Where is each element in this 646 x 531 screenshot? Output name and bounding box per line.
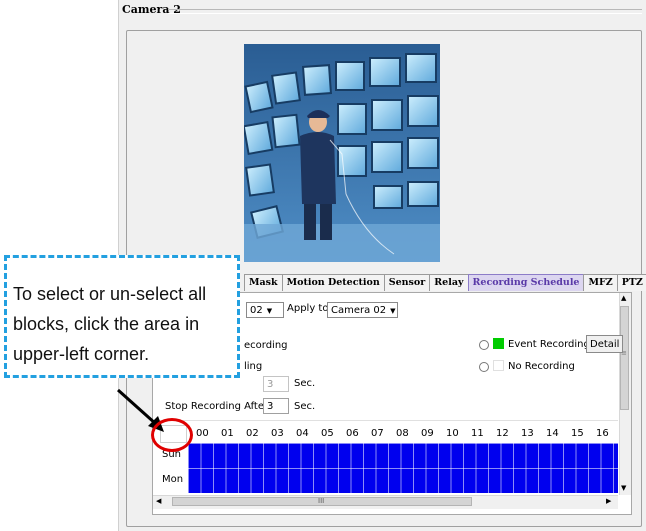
chevron-down-icon: ▼ <box>266 307 273 315</box>
schedule-select[interactable]: 02 ▼ <box>246 302 284 318</box>
scroll-down-icon[interactable]: ▼ <box>621 484 626 492</box>
event-recording-label: Event Recording <box>508 339 590 350</box>
detail-button[interactable]: Detail <box>586 335 624 353</box>
event-recording-radio[interactable] <box>479 340 489 350</box>
tab-motion-detection[interactable]: Motion Detection <box>281 274 385 291</box>
schedule-grid[interactable] <box>188 443 618 493</box>
sec-label-1: Sec. <box>294 378 316 389</box>
apply-to-select[interactable]: Camera 02 ▼ <box>327 302 398 318</box>
hour-label[interactable]: 01 <box>221 428 234 439</box>
tab-mask[interactable]: Mask <box>244 274 283 291</box>
title-separator <box>168 9 642 14</box>
camera-image <box>244 44 440 262</box>
tab-relay[interactable]: Relay <box>429 274 469 291</box>
hour-label[interactable]: 03 <box>271 428 284 439</box>
hour-label[interactable]: 16 <box>596 428 609 439</box>
scroll-up-icon[interactable]: ▲ <box>621 294 626 302</box>
option-ling-label: ling <box>244 361 263 372</box>
vertical-scroll-thumb[interactable] <box>620 306 629 410</box>
hour-label[interactable]: 12 <box>496 428 509 439</box>
hour-label[interactable]: 08 <box>396 428 409 439</box>
hour-label[interactable]: 05 <box>321 428 334 439</box>
tab-ptz[interactable]: PTZ <box>616 274 646 291</box>
apply-to-label: Apply to <box>287 303 329 314</box>
highlight-circle <box>151 418 193 452</box>
day-label[interactable]: Mon <box>162 474 183 485</box>
hour-label[interactable]: 14 <box>546 428 559 439</box>
hour-label[interactable]: 00 <box>196 428 209 439</box>
hour-label[interactable]: 15 <box>571 428 584 439</box>
scroll-right-icon[interactable]: ▶ <box>606 497 611 505</box>
tab-strip: Mask Motion Detection Sensor Relay Recor… <box>244 274 646 292</box>
callout-text: To select or un-select all blocks, click… <box>13 279 243 369</box>
sec-label-2: Sec. <box>294 401 316 412</box>
hour-label[interactable]: 04 <box>296 428 309 439</box>
recording-option-label: ecording <box>244 340 288 351</box>
hour-label[interactable]: 10 <box>446 428 459 439</box>
hour-label[interactable]: 06 <box>346 428 359 439</box>
tab-mfz[interactable]: MFZ <box>583 274 618 291</box>
pre-recording-field[interactable]: 3 <box>263 376 289 392</box>
no-recording-label: No Recording <box>508 361 575 372</box>
hour-label[interactable]: 11 <box>471 428 484 439</box>
hour-label[interactable]: 09 <box>421 428 434 439</box>
scroll-left-icon[interactable]: ◀ <box>156 497 161 505</box>
callout-line: To select or un-select all <box>13 284 207 304</box>
hour-label[interactable]: 13 <box>521 428 534 439</box>
tab-recording-schedule[interactable]: Recording Schedule <box>467 274 585 291</box>
no-recording-color-swatch <box>493 360 504 371</box>
stop-recording-label: Stop Recording After <box>165 401 269 412</box>
callout-line: blocks, click the area in <box>13 314 200 334</box>
callout-line: upper-left corner. <box>13 344 150 364</box>
chevron-down-icon: ▼ <box>390 307 396 315</box>
hscroll-grip-label: III <box>318 497 325 505</box>
no-recording-radio[interactable] <box>479 362 489 372</box>
tab-sensor[interactable]: Sensor <box>383 274 431 291</box>
event-recording-color-swatch <box>493 338 504 349</box>
grid-divider <box>153 420 618 421</box>
surveillance-room-picture <box>244 44 440 262</box>
hour-label[interactable]: 02 <box>246 428 259 439</box>
stop-recording-field[interactable]: 3 <box>263 398 289 414</box>
hour-label[interactable]: 07 <box>371 428 384 439</box>
